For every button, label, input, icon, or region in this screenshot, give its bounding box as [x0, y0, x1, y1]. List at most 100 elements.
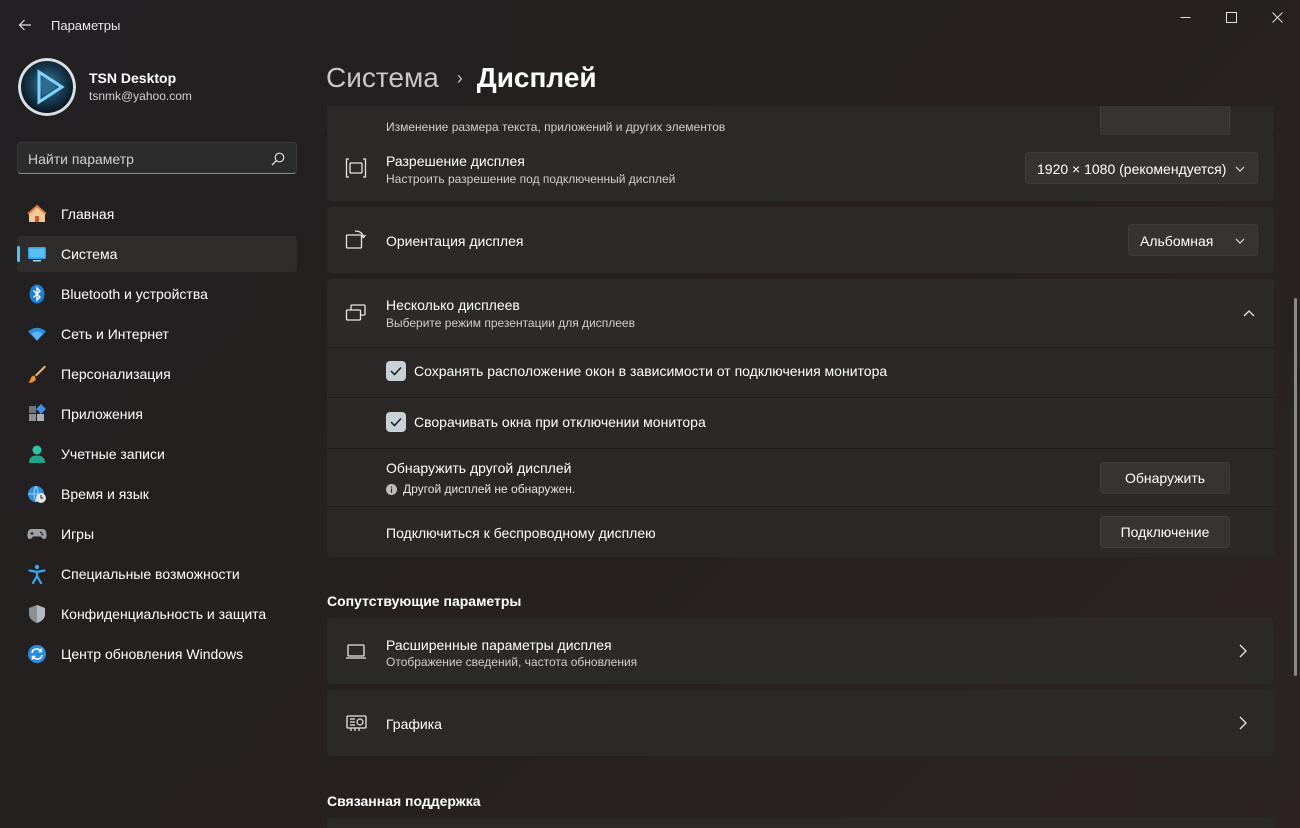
- time-language-icon: [28, 485, 46, 503]
- search-box[interactable]: [17, 142, 297, 174]
- orientation-card: Ориентация дисплея Альбомная: [327, 207, 1274, 273]
- scrollbar[interactable]: [1294, 298, 1297, 676]
- user-profile[interactable]: TSN Desktop tsnmk@yahoo.com: [18, 58, 192, 116]
- shield-icon: [29, 605, 45, 623]
- divider: [327, 448, 1274, 449]
- scale-card-subtitle: Изменение размера текста, приложений и д…: [386, 120, 726, 134]
- multiple-displays-icon: [345, 304, 366, 321]
- account-icon: [29, 445, 45, 463]
- resolution-title: Разрешение дисплея: [386, 153, 525, 169]
- sidebar-item-bluetooth[interactable]: Bluetooth и устройства: [17, 276, 297, 312]
- search-input[interactable]: [28, 149, 258, 169]
- related-settings-heading: Сопутствующие параметры: [327, 593, 522, 609]
- breadcrumb-parent[interactable]: Система: [326, 62, 439, 94]
- graphics-title: Графика: [386, 716, 442, 732]
- scale-card[interactable]: Изменение размера текста, приложений и д…: [327, 106, 1274, 136]
- checkmark-icon: [390, 417, 402, 427]
- sidebar-item-label: Система: [61, 246, 118, 262]
- scale-dropdown[interactable]: [1100, 106, 1230, 136]
- chevron-down-icon: [1235, 238, 1245, 244]
- sidebar-item-accessibility[interactable]: Специальные возможности: [17, 556, 297, 592]
- page-title: Дисплей: [476, 62, 597, 93]
- sidebar-item-label: Учетные записи: [61, 446, 165, 462]
- resolution-value: 1920 × 1080 (рекомендуется): [1037, 161, 1227, 177]
- connect-button[interactable]: Подключение: [1100, 516, 1230, 548]
- accessibility-icon: [28, 564, 46, 584]
- wifi-icon: [28, 327, 46, 341]
- resolution-card: Разрешение дисплея Настроить разрешение …: [327, 135, 1274, 201]
- profile-name: TSN Desktop: [89, 70, 177, 86]
- sidebar-item-label: Персонализация: [61, 366, 171, 382]
- sidebar-item-time-language[interactable]: Время и язык: [17, 476, 297, 512]
- avatar: [18, 58, 76, 116]
- app-title: Параметры: [51, 18, 121, 33]
- graphics-card-icon: [346, 715, 367, 731]
- advanced-display-title: Расширенные параметры дисплея: [386, 637, 612, 653]
- sidebar-item-accounts[interactable]: Учетные записи: [17, 436, 297, 472]
- sidebar-item-privacy[interactable]: Конфиденциальность и защита: [17, 596, 297, 632]
- detect-display-info: Другой дисплей не обнаружен.: [386, 482, 575, 496]
- detect-button[interactable]: Обнаружить: [1100, 462, 1230, 494]
- divider: [327, 347, 1274, 348]
- system-icon: [28, 247, 46, 262]
- maximize-button[interactable]: [1208, 0, 1254, 34]
- settings-content: Изменение размера текста, приложений и д…: [326, 106, 1275, 828]
- apps-icon: [29, 404, 46, 421]
- arrow-left-icon: [18, 19, 31, 31]
- orientation-icon: [345, 230, 367, 249]
- sidebar-item-gaming[interactable]: Игры: [17, 516, 297, 552]
- remember-windows-checkbox[interactable]: [386, 361, 406, 381]
- bluetooth-icon: [29, 284, 45, 304]
- related-support-heading: Связанная поддержка: [327, 793, 481, 809]
- sidebar-item-label: Центр обновления Windows: [61, 646, 244, 662]
- orientation-dropdown[interactable]: Альбомная: [1128, 224, 1258, 256]
- advanced-display-subtitle: Отображение сведений, частота обновления: [386, 655, 638, 669]
- detect-display-title: Обнаружить другой дисплей: [386, 460, 572, 476]
- sidebar-item-label: Приложения: [61, 406, 143, 422]
- profile-email: tsnmk@yahoo.com: [89, 89, 192, 103]
- resolution-subtitle: Настроить разрешение под подключенный ди…: [386, 172, 676, 186]
- sidebar-item-label: Bluetooth и устройства: [61, 286, 208, 302]
- graphics-card[interactable]: Графика: [327, 690, 1274, 756]
- sidebar-item-label: Игры: [61, 526, 95, 542]
- title-bar: Параметры: [0, 0, 1300, 50]
- brush-icon: [28, 365, 46, 383]
- close-button[interactable]: [1254, 0, 1300, 34]
- checkmark-icon: [390, 366, 402, 376]
- multiple-displays-header[interactable]: Несколько дисплеев Выберите режим презен…: [327, 279, 1274, 347]
- sidebar-item-label: Конфиденциальность и защита: [61, 606, 267, 622]
- divider: [327, 397, 1274, 398]
- sidebar-item-home[interactable]: Главная: [17, 196, 297, 232]
- search-icon[interactable]: [271, 152, 285, 166]
- multiple-displays-title: Несколько дисплеев: [386, 297, 520, 313]
- breadcrumb-separator: ›: [456, 67, 463, 88]
- orientation-title: Ориентация дисплея: [386, 233, 524, 249]
- home-icon: [27, 204, 47, 222]
- minimize-windows-checkbox[interactable]: [386, 412, 406, 432]
- back-button[interactable]: [10, 10, 40, 40]
- sidebar-item-apps[interactable]: Приложения: [17, 396, 297, 432]
- resolution-dropdown[interactable]: 1920 × 1080 (рекомендуется): [1025, 152, 1258, 184]
- sidebar-item-system[interactable]: Система: [17, 236, 297, 272]
- info-icon: [386, 483, 397, 495]
- gamepad-icon: [27, 529, 47, 539]
- update-icon: [28, 645, 46, 663]
- sidebar-item-label: Главная: [61, 206, 115, 222]
- sidebar-item-network[interactable]: Сеть и Интернет: [17, 316, 297, 352]
- chevron-right-icon: [1239, 644, 1247, 658]
- detect-display-info-text: Другой дисплей не обнаружен.: [403, 482, 576, 496]
- sidebar-item-label: Время и язык: [61, 486, 149, 502]
- close-icon: [1271, 11, 1283, 23]
- advanced-display-card[interactable]: Расширенные параметры дисплея Отображени…: [327, 618, 1274, 684]
- maximize-icon: [1225, 11, 1237, 23]
- sidebar-item-personalization[interactable]: Персонализация: [17, 356, 297, 392]
- minimize-windows-label: Сворачивать окна при отключении монитора: [414, 414, 706, 430]
- chevron-up-icon[interactable]: [1243, 308, 1255, 318]
- support-card[interactable]: [327, 818, 1274, 828]
- resolution-icon: [345, 158, 367, 178]
- minimize-button[interactable]: [1162, 0, 1208, 34]
- multiple-displays-subtitle: Выберите режим презентации для дисплеев: [386, 316, 635, 330]
- sidebar-nav: Главная Система Bluetooth и устройства С…: [17, 196, 297, 676]
- sidebar-item-windows-update[interactable]: Центр обновления Windows: [17, 636, 297, 672]
- sidebar-item-label: Специальные возможности: [61, 566, 240, 582]
